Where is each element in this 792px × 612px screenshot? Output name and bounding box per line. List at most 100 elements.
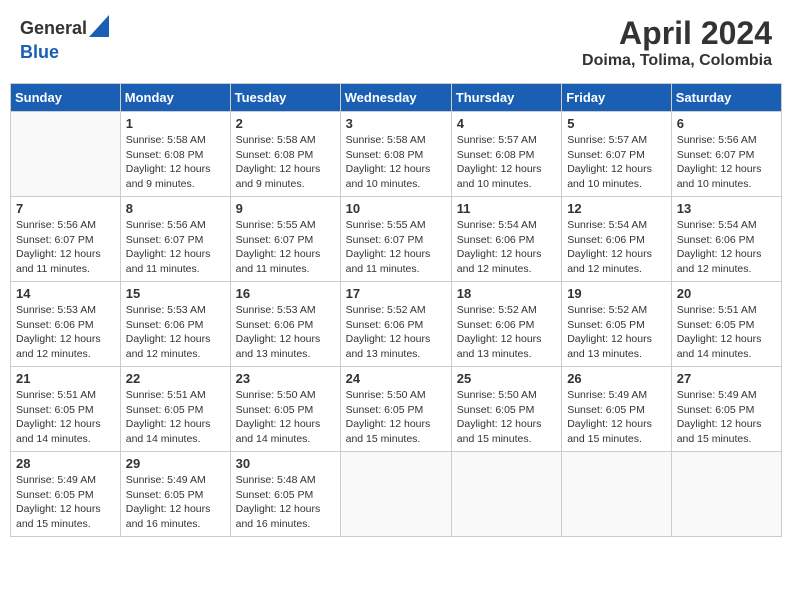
day-number: 12 [567, 201, 666, 216]
calendar-table: SundayMondayTuesdayWednesdayThursdayFrid… [10, 83, 782, 537]
calendar-day-cell: 9 Sunrise: 5:55 AMSunset: 6:07 PMDaylight… [230, 197, 340, 282]
calendar-day-cell: 18 Sunrise: 5:52 AMSunset: 6:06 PMDayligh… [451, 282, 561, 367]
logo: General Blue [20, 15, 109, 63]
day-info: Sunrise: 5:49 AMSunset: 6:05 PMDaylight:… [677, 388, 776, 447]
calendar-day-cell: 24Sunrise: 5:50 AMSunset: 6:05 PMDayligh… [340, 367, 451, 452]
calendar-day-cell: 27 Sunrise: 5:49 AMSunset: 6:05 PMDayligh… [671, 367, 781, 452]
location-subtitle: Doima, Tolima, Colombia [582, 52, 772, 70]
day-number: 3 [346, 116, 446, 131]
day-number: 4 [457, 116, 556, 131]
day-number: 14 [16, 286, 115, 301]
day-info: Sunrise: 5:49 AMSunset: 6:05 PMDaylight:… [126, 473, 225, 532]
logo-general-text: General [20, 18, 87, 39]
day-number: 29 [126, 456, 225, 471]
day-number: 2 [236, 116, 335, 131]
day-info: Sunrise: 5:52 AMSunset: 6:06 PMDaylight:… [457, 303, 556, 362]
day-number: 7 [16, 201, 115, 216]
day-number: 20 [677, 286, 776, 301]
calendar-day-cell: 3 Sunrise: 5:58 AMSunset: 6:08 PMDaylight… [340, 112, 451, 197]
calendar-day-header: Friday [562, 84, 672, 112]
calendar-header-row: SundayMondayTuesdayWednesdayThursdayFrid… [11, 84, 782, 112]
day-number: 15 [126, 286, 225, 301]
day-info: Sunrise: 5:53 AMSunset: 6:06 PMDaylight:… [16, 303, 115, 362]
calendar-day-cell: 1Sunrise: 5:58 AMSunset: 6:08 PMDaylight… [120, 112, 230, 197]
day-info: Sunrise: 5:55 AMSunset: 6:07 PMDaylight:… [346, 218, 446, 277]
calendar-day-cell: 4 Sunrise: 5:57 AMSunset: 6:08 PMDaylight… [451, 112, 561, 197]
day-info: Sunrise: 5:56 AMSunset: 6:07 PMDaylight:… [126, 218, 225, 277]
calendar-day-cell: 28 Sunrise: 5:49 AMSunset: 6:05 PMDayligh… [11, 452, 121, 537]
calendar-day-cell [11, 112, 121, 197]
day-info: Sunrise: 5:50 AMSunset: 6:05 PMDaylight:… [346, 388, 446, 447]
day-info: Sunrise: 5:53 AMSunset: 6:06 PMDaylight:… [126, 303, 225, 362]
calendar-day-cell: 19 Sunrise: 5:52 AMSunset: 6:05 PMDayligh… [562, 282, 672, 367]
title-section: April 2024 Doima, Tolima, Colombia [582, 15, 772, 70]
logo-blue-text: Blue [20, 42, 59, 63]
day-number: 6 [677, 116, 776, 131]
calendar-day-cell: 2 Sunrise: 5:58 AMSunset: 6:08 PMDaylight… [230, 112, 340, 197]
day-info: Sunrise: 5:58 AMSunset: 6:08 PMDaylight:… [346, 133, 446, 192]
day-info: Sunrise: 5:54 AMSunset: 6:06 PMDaylight:… [567, 218, 666, 277]
day-number: 26 [567, 371, 666, 386]
day-info: Sunrise: 5:54 AMSunset: 6:06 PMDaylight:… [457, 218, 556, 277]
calendar-day-header: Thursday [451, 84, 561, 112]
day-info: Sunrise: 5:49 AMSunset: 6:05 PMDaylight:… [567, 388, 666, 447]
calendar-week-row: 14 Sunrise: 5:53 AMSunset: 6:06 PMDayligh… [11, 282, 782, 367]
calendar-day-cell: 10Sunrise: 5:55 AMSunset: 6:07 PMDayligh… [340, 197, 451, 282]
calendar-day-cell: 29 Sunrise: 5:49 AMSunset: 6:05 PMDayligh… [120, 452, 230, 537]
day-info: Sunrise: 5:57 AMSunset: 6:08 PMDaylight:… [457, 133, 556, 192]
calendar-day-cell: 7 Sunrise: 5:56 AMSunset: 6:07 PMDaylight… [11, 197, 121, 282]
calendar-day-cell [340, 452, 451, 537]
calendar-day-header: Wednesday [340, 84, 451, 112]
day-number: 23 [236, 371, 335, 386]
day-number: 9 [236, 201, 335, 216]
calendar-week-row: 1Sunrise: 5:58 AMSunset: 6:08 PMDaylight… [11, 112, 782, 197]
day-number: 18 [457, 286, 556, 301]
calendar-day-cell: 23 Sunrise: 5:50 AMSunset: 6:05 PMDayligh… [230, 367, 340, 452]
day-info: Sunrise: 5:50 AMSunset: 6:05 PMDaylight:… [236, 388, 335, 447]
day-info: Sunrise: 5:48 AMSunset: 6:05 PMDaylight:… [236, 473, 335, 532]
day-number: 27 [677, 371, 776, 386]
calendar-day-cell: 6 Sunrise: 5:56 AMSunset: 6:07 PMDaylight… [671, 112, 781, 197]
day-number: 13 [677, 201, 776, 216]
calendar-day-header: Monday [120, 84, 230, 112]
day-info: Sunrise: 5:51 AMSunset: 6:05 PMDaylight:… [126, 388, 225, 447]
day-number: 16 [236, 286, 335, 301]
calendar-day-cell: 30 Sunrise: 5:48 AMSunset: 6:05 PMDayligh… [230, 452, 340, 537]
day-number: 30 [236, 456, 335, 471]
logo-triangle-icon [89, 15, 109, 37]
calendar-day-cell: 8Sunrise: 5:56 AMSunset: 6:07 PMDaylight… [120, 197, 230, 282]
calendar-day-cell [451, 452, 561, 537]
calendar-day-cell: 26 Sunrise: 5:49 AMSunset: 6:05 PMDayligh… [562, 367, 672, 452]
day-info: Sunrise: 5:52 AMSunset: 6:05 PMDaylight:… [567, 303, 666, 362]
day-info: Sunrise: 5:57 AMSunset: 6:07 PMDaylight:… [567, 133, 666, 192]
calendar-day-cell: 15 Sunrise: 5:53 AMSunset: 6:06 PMDayligh… [120, 282, 230, 367]
day-info: Sunrise: 5:58 AMSunset: 6:08 PMDaylight:… [126, 133, 225, 192]
calendar-day-cell: 13 Sunrise: 5:54 AMSunset: 6:06 PMDayligh… [671, 197, 781, 282]
day-info: Sunrise: 5:49 AMSunset: 6:05 PMDaylight:… [16, 473, 115, 532]
day-info: Sunrise: 5:53 AMSunset: 6:06 PMDaylight:… [236, 303, 335, 362]
calendar-day-cell [562, 452, 672, 537]
day-info: Sunrise: 5:58 AMSunset: 6:08 PMDaylight:… [236, 133, 335, 192]
calendar-day-header: Tuesday [230, 84, 340, 112]
day-number: 25 [457, 371, 556, 386]
calendar-day-cell: 16 Sunrise: 5:53 AMSunset: 6:06 PMDayligh… [230, 282, 340, 367]
day-number: 11 [457, 201, 556, 216]
day-info: Sunrise: 5:51 AMSunset: 6:05 PMDaylight:… [677, 303, 776, 362]
calendar-week-row: 7 Sunrise: 5:56 AMSunset: 6:07 PMDaylight… [11, 197, 782, 282]
page-header: General Blue April 2024 Doima, Tolima, C… [10, 10, 782, 75]
day-number: 5 [567, 116, 666, 131]
day-info: Sunrise: 5:56 AMSunset: 6:07 PMDaylight:… [16, 218, 115, 277]
day-number: 28 [16, 456, 115, 471]
calendar-day-cell [671, 452, 781, 537]
day-info: Sunrise: 5:55 AMSunset: 6:07 PMDaylight:… [236, 218, 335, 277]
day-info: Sunrise: 5:56 AMSunset: 6:07 PMDaylight:… [677, 133, 776, 192]
calendar-day-cell: 21Sunrise: 5:51 AMSunset: 6:05 PMDayligh… [11, 367, 121, 452]
calendar-day-header: Saturday [671, 84, 781, 112]
calendar-day-cell: 5 Sunrise: 5:57 AMSunset: 6:07 PMDaylight… [562, 112, 672, 197]
day-info: Sunrise: 5:52 AMSunset: 6:06 PMDaylight:… [346, 303, 446, 362]
day-info: Sunrise: 5:54 AMSunset: 6:06 PMDaylight:… [677, 218, 776, 277]
calendar-day-cell: 22Sunrise: 5:51 AMSunset: 6:05 PMDayligh… [120, 367, 230, 452]
calendar-day-cell: 25 Sunrise: 5:50 AMSunset: 6:05 PMDayligh… [451, 367, 561, 452]
day-number: 19 [567, 286, 666, 301]
day-info: Sunrise: 5:50 AMSunset: 6:05 PMDaylight:… [457, 388, 556, 447]
